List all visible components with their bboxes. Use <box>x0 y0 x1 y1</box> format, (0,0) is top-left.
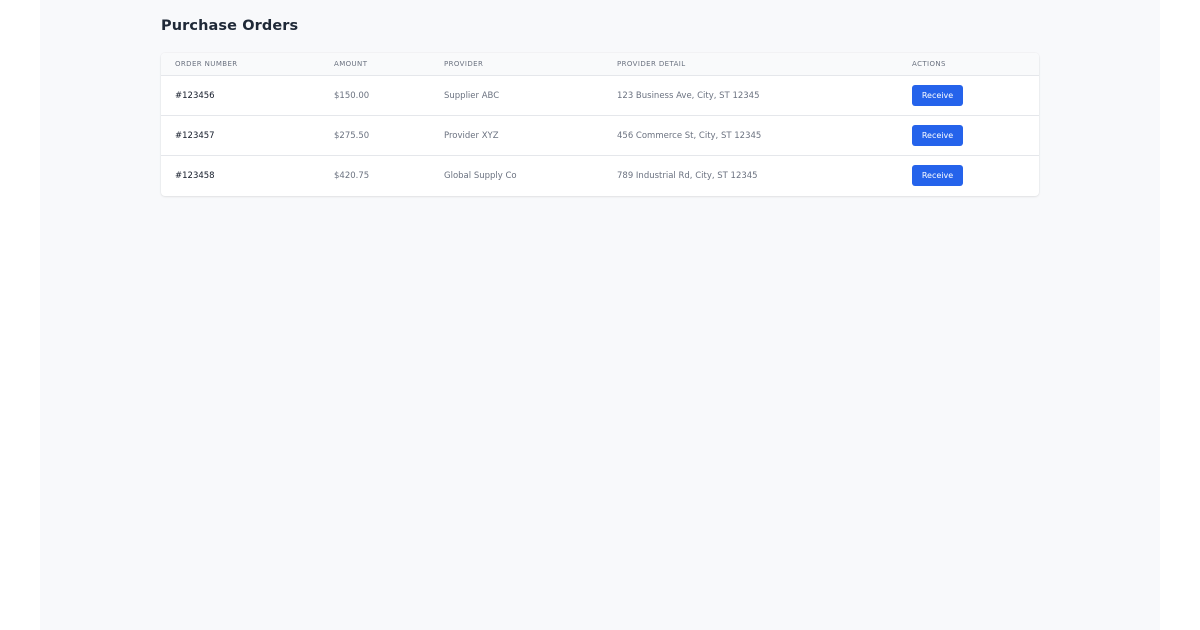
receive-button[interactable]: Receive <box>912 165 963 187</box>
column-header-provider-detail: Provider Detail <box>617 60 686 68</box>
order-number-cell: #123456 <box>175 90 215 101</box>
table-header: Order Number Amount Provider Provider De… <box>161 53 1039 76</box>
purchase-orders-table-card: Order Number Amount Provider Provider De… <box>161 53 1039 196</box>
column-header-order-number: Order Number <box>175 60 238 68</box>
purchase-orders-table: Order Number Amount Provider Provider De… <box>161 53 1039 196</box>
amount-cell: $150.00 <box>334 90 370 101</box>
table-body: #123456 $150.00 Supplier ABC 123 Busines… <box>161 75 1039 196</box>
page-title: Purchase Orders <box>161 18 299 34</box>
amount-cell: $420.75 <box>334 170 370 181</box>
column-header-provider: Provider <box>444 60 484 68</box>
provider-detail-cell: 789 Industrial Rd, City, ST 12345 <box>617 170 758 181</box>
provider-cell: Provider XYZ <box>444 130 499 141</box>
table-row: #123456 $150.00 Supplier ABC 123 Busines… <box>161 75 1039 116</box>
amount-cell: $275.50 <box>334 130 370 141</box>
order-number-cell: #123457 <box>175 130 215 141</box>
page-background: Purchase Orders Order Number Amount Prov… <box>40 0 1160 630</box>
actions-cell: Receive <box>898 116 1039 156</box>
table-row: #123458 $420.75 Global Supply Co 789 Ind… <box>161 155 1039 196</box>
column-header-amount: Amount <box>334 60 368 68</box>
receive-button[interactable]: Receive <box>912 125 963 146</box>
provider-detail-cell: 123 Business Ave, City, ST 12345 <box>617 90 760 101</box>
table-header-row: Order Number Amount Provider Provider De… <box>161 53 1039 76</box>
provider-detail-cell: 456 Commerce St, City, ST 12345 <box>617 130 762 141</box>
provider-cell: Supplier ABC <box>444 90 500 101</box>
column-header-actions: Actions <box>912 60 946 68</box>
table-row: #123457 $275.50 Provider XYZ 456 Commerc… <box>161 115 1039 156</box>
receive-button[interactable]: Receive <box>912 85 963 106</box>
actions-cell: Receive <box>898 76 1039 116</box>
order-number-cell: #123458 <box>175 170 215 181</box>
provider-cell: Global Supply Co <box>444 170 517 181</box>
actions-cell: Receive <box>898 156 1039 196</box>
